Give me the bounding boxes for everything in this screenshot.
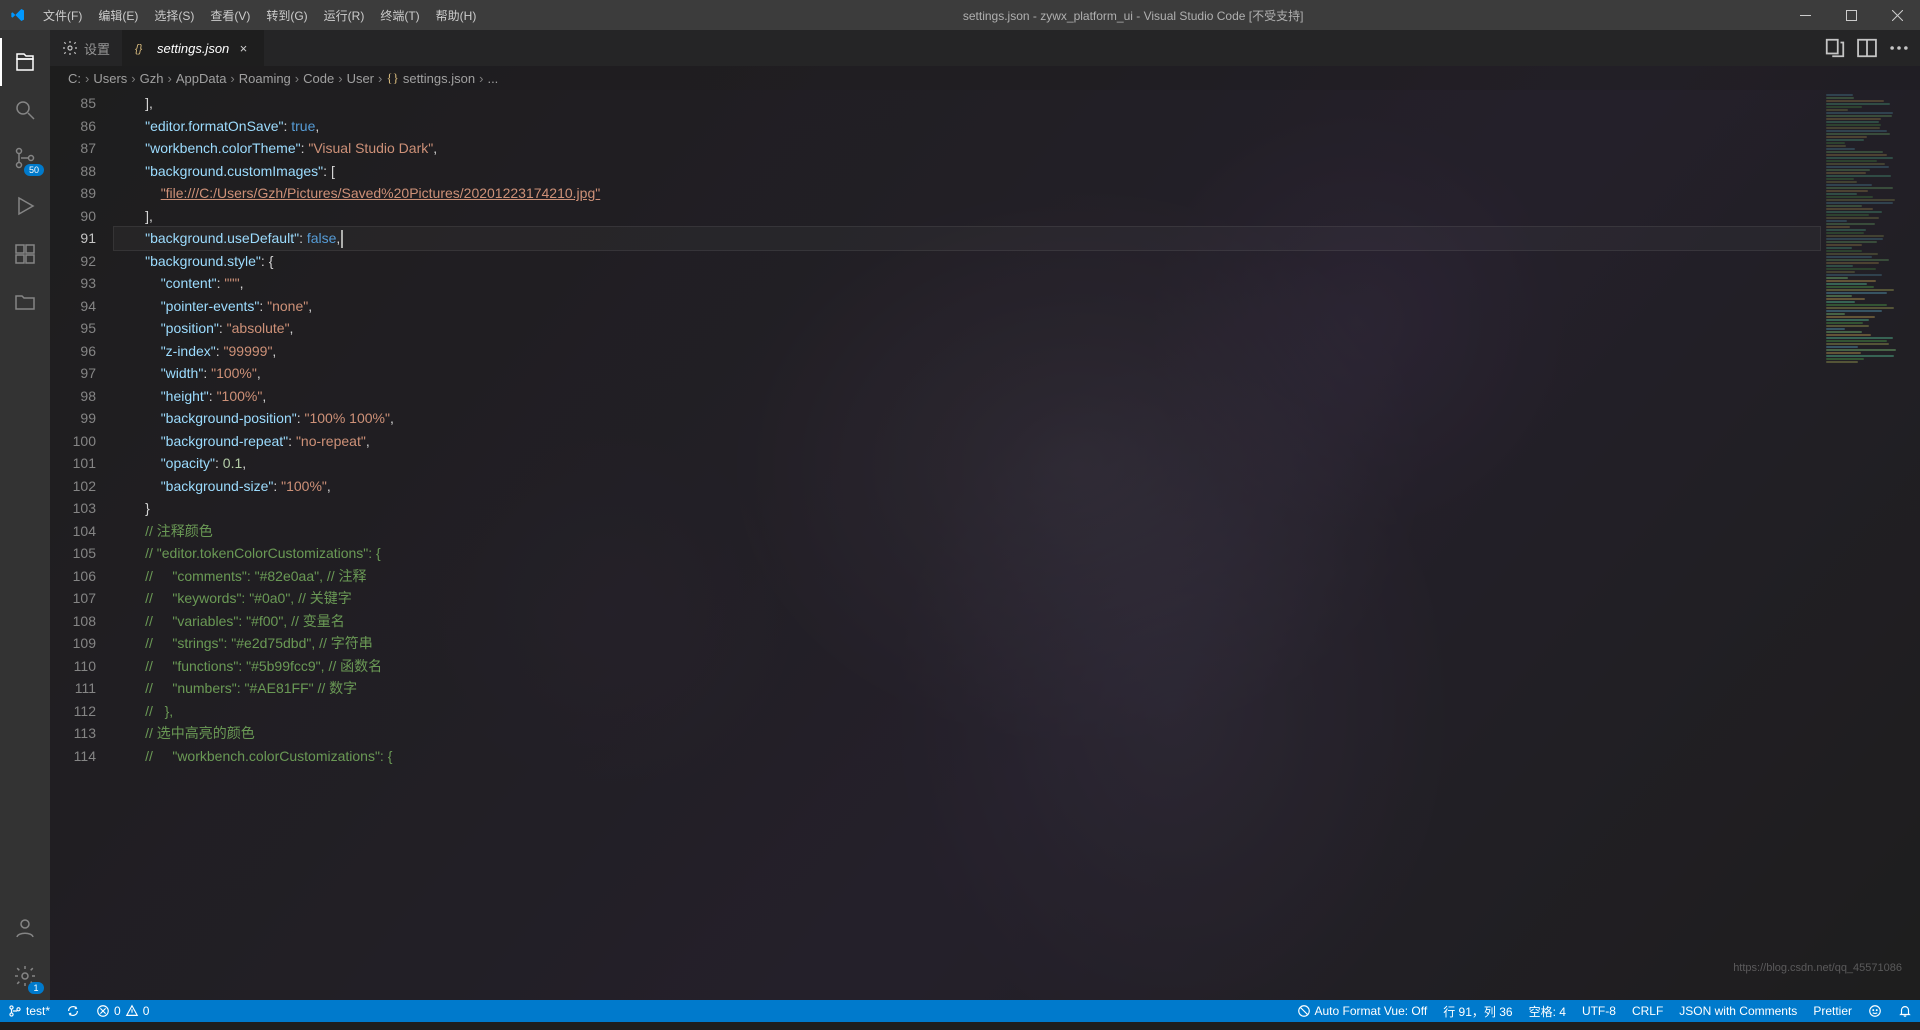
status-problems[interactable]: 0 0 <box>88 1000 157 1022</box>
activity-source-control[interactable]: 50 <box>0 134 50 182</box>
more-actions-icon[interactable] <box>1888 37 1910 59</box>
menu-view[interactable]: 查看(V) <box>202 0 258 30</box>
status-feedback[interactable] <box>1860 1000 1890 1022</box>
activity-search[interactable] <box>0 86 50 134</box>
menu-terminal[interactable]: 终端(T) <box>372 0 427 30</box>
crumb-file[interactable]: {} settings.json <box>386 70 475 86</box>
open-changes-icon[interactable] <box>1824 37 1846 59</box>
menu-edit[interactable]: 编辑(E) <box>90 0 146 30</box>
minimize-button[interactable] <box>1782 0 1828 30</box>
status-cursor[interactable]: 行 91，列 36 <box>1435 1000 1520 1022</box>
vscode-logo-icon <box>0 7 35 23</box>
activity-manage[interactable]: 1 <box>0 952 50 1000</box>
watermark: https://blog.csdn.net/qq_45571086 <box>1733 962 1902 974</box>
status-bar: test* 0 0 Auto Format Vue: Off 行 91，列 36… <box>0 1000 1920 1022</box>
activity-explorer[interactable] <box>0 38 50 86</box>
menu-run[interactable]: 运行(R) <box>316 0 373 30</box>
svg-text:{}: {} <box>135 43 143 55</box>
maximize-button[interactable] <box>1828 0 1874 30</box>
tab-label: settings.json <box>157 41 229 56</box>
tab-settings-json[interactable]: {} settings.json × <box>123 30 264 66</box>
crumb-appdata[interactable]: AppData <box>176 71 227 86</box>
scm-badge: 50 <box>24 164 44 176</box>
menu-select[interactable]: 选择(S) <box>146 0 202 30</box>
status-encoding[interactable]: UTF-8 <box>1574 1000 1624 1022</box>
crumb-roaming[interactable]: Roaming <box>239 71 291 86</box>
status-language[interactable]: JSON with Comments <box>1671 1000 1805 1022</box>
json-icon: {} <box>135 40 151 56</box>
line-numbers: 8586878889909192939495969798991001011021… <box>56 90 114 1000</box>
menu-bar: 文件(F) 编辑(E) 选择(S) 查看(V) 转到(G) 运行(R) 终端(T… <box>35 0 484 30</box>
activity-folder[interactable] <box>0 278 50 326</box>
menu-file[interactable]: 文件(F) <box>35 0 90 30</box>
crumb-gzh[interactable]: Gzh <box>140 71 164 86</box>
crumb-users[interactable]: Users <box>93 71 127 86</box>
activity-account[interactable] <box>0 904 50 952</box>
tabs-row: 设置 {} settings.json × <box>50 30 1920 66</box>
tab-label: 设置 <box>84 39 110 58</box>
menu-goto[interactable]: 转到(G) <box>258 0 315 30</box>
split-editor-icon[interactable] <box>1856 37 1878 59</box>
crumb-user[interactable]: User <box>347 71 374 86</box>
crumb-code[interactable]: Code <box>303 71 334 86</box>
minimap[interactable] <box>1820 90 1920 1000</box>
window-controls <box>1782 0 1920 30</box>
editor-body[interactable]: 8586878889909192939495969798991001011021… <box>50 90 1920 1000</box>
activity-debug[interactable] <box>0 182 50 230</box>
tab-actions <box>1824 37 1920 59</box>
window-title: settings.json - zywx_platform_ui - Visua… <box>484 7 1782 24</box>
status-autoformat[interactable]: Auto Format Vue: Off <box>1289 1000 1436 1022</box>
status-spaces[interactable]: 空格: 4 <box>1521 1000 1574 1022</box>
status-eol[interactable]: CRLF <box>1624 1000 1671 1022</box>
tab-settings[interactable]: 设置 <box>50 30 123 66</box>
status-sync[interactable] <box>58 1000 88 1022</box>
gear-icon <box>62 40 78 56</box>
status-notifications[interactable] <box>1890 1000 1920 1022</box>
activity-extensions[interactable] <box>0 230 50 278</box>
title-bar: 文件(F) 编辑(E) 选择(S) 查看(V) 转到(G) 运行(R) 终端(T… <box>0 0 1920 30</box>
status-branch[interactable]: test* <box>0 1000 58 1022</box>
editor-area: 设置 {} settings.json × C:› Users› Gzh› Ap… <box>50 30 1920 1000</box>
menu-help[interactable]: 帮助(H) <box>428 0 485 30</box>
status-prettier[interactable]: Prettier <box>1805 1000 1860 1022</box>
close-button[interactable] <box>1874 0 1920 30</box>
activity-bar: 50 1 <box>0 30 50 1000</box>
manage-badge: 1 <box>28 982 44 994</box>
crumb-ellipsis[interactable]: ... <box>487 71 498 86</box>
code-content[interactable]: ], "editor.formatOnSave": true, "workben… <box>114 90 1820 1000</box>
close-icon[interactable]: × <box>235 40 251 56</box>
workbench: 50 1 设置 {} settings.json <box>0 30 1920 1000</box>
crumb-c[interactable]: C: <box>68 71 81 86</box>
breadcrumbs[interactable]: C:› Users› Gzh› AppData› Roaming› Code› … <box>50 66 1920 90</box>
